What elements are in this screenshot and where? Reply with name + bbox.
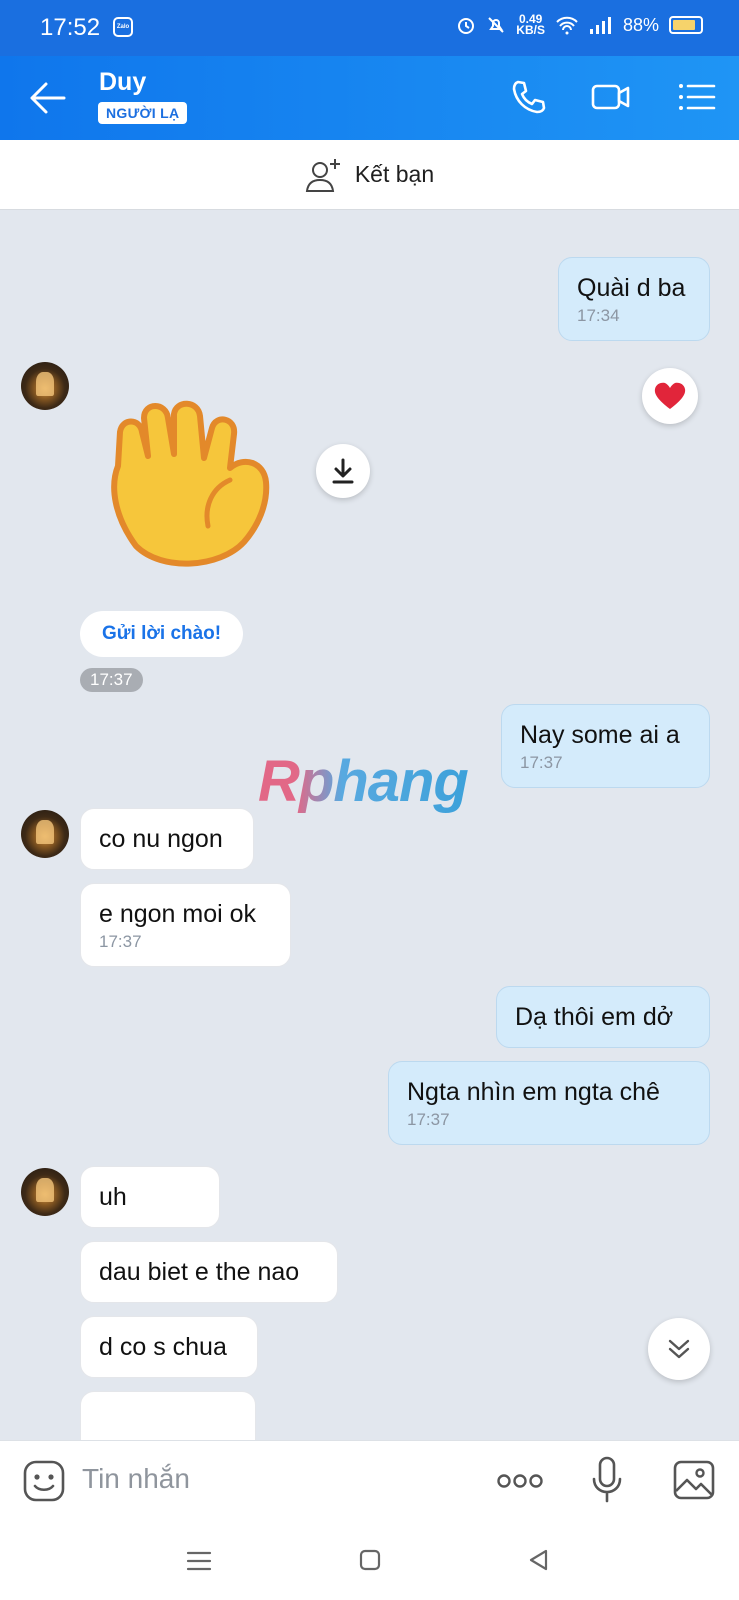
watermark: Rphang <box>258 749 469 814</box>
message-text: uh <box>99 1183 127 1211</box>
image-gallery-icon[interactable] <box>672 1459 716 1501</box>
message-text: Quài d ba <box>577 274 686 302</box>
add-friend-icon <box>305 158 340 192</box>
message-time: 17:37 <box>407 1110 450 1129</box>
alarm-icon <box>458 18 475 34</box>
message-list[interactable]: Quài d ba 17:34 Gửi lời chào! 17:37 Nay … <box>0 210 739 1440</box>
message-input[interactable]: Tin nhắn <box>82 1463 190 1495</box>
message-composer: Tin nhắn <box>0 1440 739 1520</box>
battery-fill <box>673 20 696 30</box>
phone-call-icon[interactable] <box>508 76 550 118</box>
video-call-icon[interactable] <box>590 76 632 118</box>
message-text: dau biet e the nao <box>99 1258 300 1286</box>
message-text: Nay some ai a <box>520 721 680 749</box>
stranger-badge: NGƯỜI LẠ <box>98 102 188 124</box>
battery-icon <box>669 16 703 34</box>
network-speed-unit: KB/S <box>516 23 545 37</box>
battery-percent: 88% <box>622 14 659 35</box>
add-friend-bar[interactable]: Kết bạn <box>0 140 739 210</box>
mute-bell-icon <box>488 17 505 33</box>
reaction-heart[interactable] <box>642 368 698 424</box>
emoji-sticker-icon[interactable] <box>22 1459 66 1503</box>
chat-header: Duy NGƯỜI LẠ <box>0 56 739 140</box>
back-arrow-icon[interactable] <box>28 80 68 116</box>
sticker-time: 17:37 <box>80 668 143 692</box>
double-chevron-down-icon <box>668 1339 690 1359</box>
message-received-partial[interactable] <box>80 1391 256 1440</box>
menu-list-icon[interactable] <box>676 76 718 118</box>
avatar[interactable] <box>21 362 69 410</box>
message-sent[interactable]: Ngta nhìn em ngta chê 17:37 <box>388 1061 710 1145</box>
more-options-icon[interactable] <box>496 1471 544 1491</box>
scroll-to-bottom-button[interactable] <box>648 1318 710 1380</box>
message-received[interactable]: e ngon moi ok 17:37 <box>80 883 291 967</box>
message-received[interactable]: d co s chua <box>80 1316 258 1378</box>
status-bar: 17:52 Zalo 0.49 KB/S 88% <box>0 0 739 56</box>
network-speed: 0.49 KB/S <box>516 13 545 37</box>
message-sent[interactable]: Quài d ba 17:34 <box>558 257 710 341</box>
message-received[interactable]: co nu ngon <box>80 808 254 870</box>
status-time: 17:52 <box>40 14 101 41</box>
message-time: 17:37 <box>520 753 563 772</box>
home-icon[interactable] <box>358 1548 382 1572</box>
heart-icon <box>654 382 686 409</box>
waving-hand-sticker[interactable] <box>108 396 280 572</box>
recent-apps-icon[interactable] <box>186 1550 212 1572</box>
message-received[interactable]: dau biet e the nao <box>80 1241 338 1303</box>
message-text: Ngta nhìn em ngta chê <box>407 1078 660 1106</box>
message-sent[interactable]: Dạ thôi em dở <box>496 986 710 1048</box>
zalo-notification-icon: Zalo <box>113 17 133 37</box>
message-time: 17:37 <box>99 932 142 951</box>
message-text: Dạ thôi em dở <box>515 1003 674 1031</box>
message-text: e ngon moi ok <box>99 900 257 928</box>
message-sent[interactable]: Nay some ai a 17:37 <box>501 704 710 788</box>
avatar[interactable] <box>21 1168 69 1216</box>
contact-name[interactable]: Duy <box>99 68 146 97</box>
signal-icon <box>589 17 611 34</box>
microphone-icon[interactable] <box>590 1455 624 1505</box>
message-received[interactable]: uh <box>80 1166 220 1228</box>
message-time: 17:34 <box>577 306 620 325</box>
system-navigation-bar <box>0 1520 739 1600</box>
message-text: d co s chua <box>99 1333 227 1361</box>
download-icon <box>332 458 354 484</box>
send-greeting-button[interactable]: Gửi lời chào! <box>80 611 244 657</box>
avatar[interactable] <box>21 810 69 858</box>
wifi-icon <box>556 16 578 35</box>
message-text: co nu ngon <box>99 825 223 853</box>
back-nav-icon[interactable] <box>526 1548 550 1572</box>
add-friend-label: Kết bạn <box>354 161 435 187</box>
download-button[interactable] <box>316 444 370 498</box>
